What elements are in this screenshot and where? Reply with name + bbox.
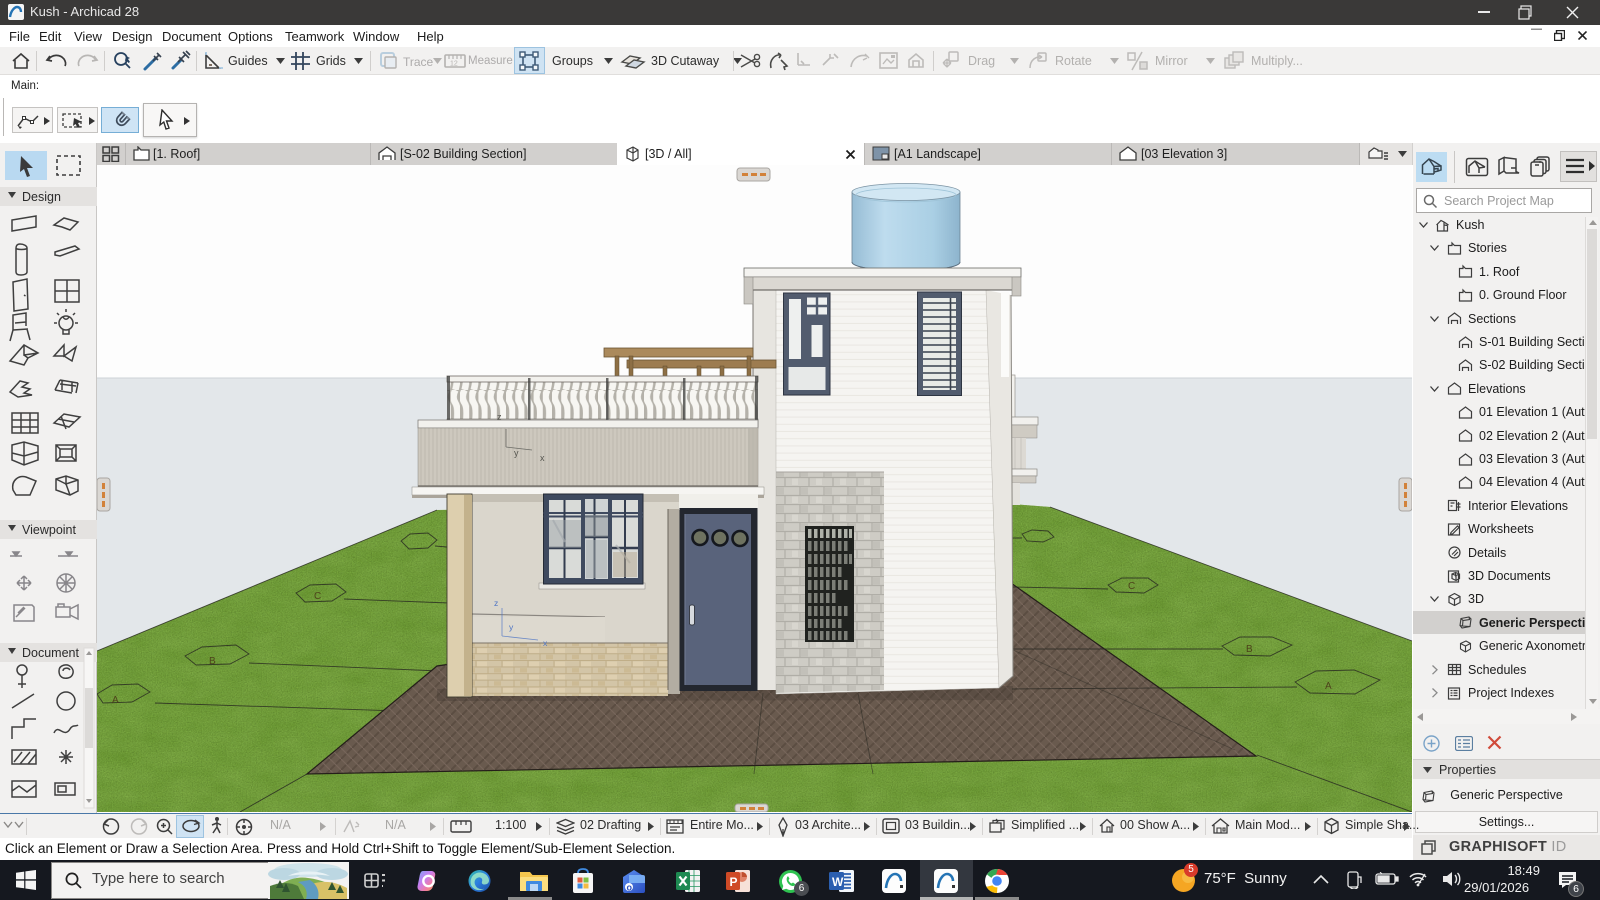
svg-text:z: z (494, 598, 498, 608)
svg-text:y: y (514, 448, 519, 458)
svg-text:A: A (1325, 681, 1332, 692)
svg-text:x: x (540, 453, 545, 463)
svg-text:P: P (730, 875, 738, 889)
svg-text:B: B (1246, 644, 1253, 655)
svg-text:C: C (314, 591, 321, 602)
svg-text:Document: Document (22, 646, 79, 660)
svg-text:z: z (497, 412, 502, 422)
svg-text:12: 12 (450, 61, 458, 68)
svg-text:Design: Design (22, 190, 61, 204)
svg-text:C: C (1128, 581, 1135, 592)
svg-text:Viewpoint: Viewpoint (22, 523, 77, 537)
svg-text:o: o (627, 883, 633, 893)
svg-text:A: A (112, 695, 119, 706)
svg-text:W: W (832, 875, 844, 889)
svg-text:B: B (209, 656, 216, 667)
